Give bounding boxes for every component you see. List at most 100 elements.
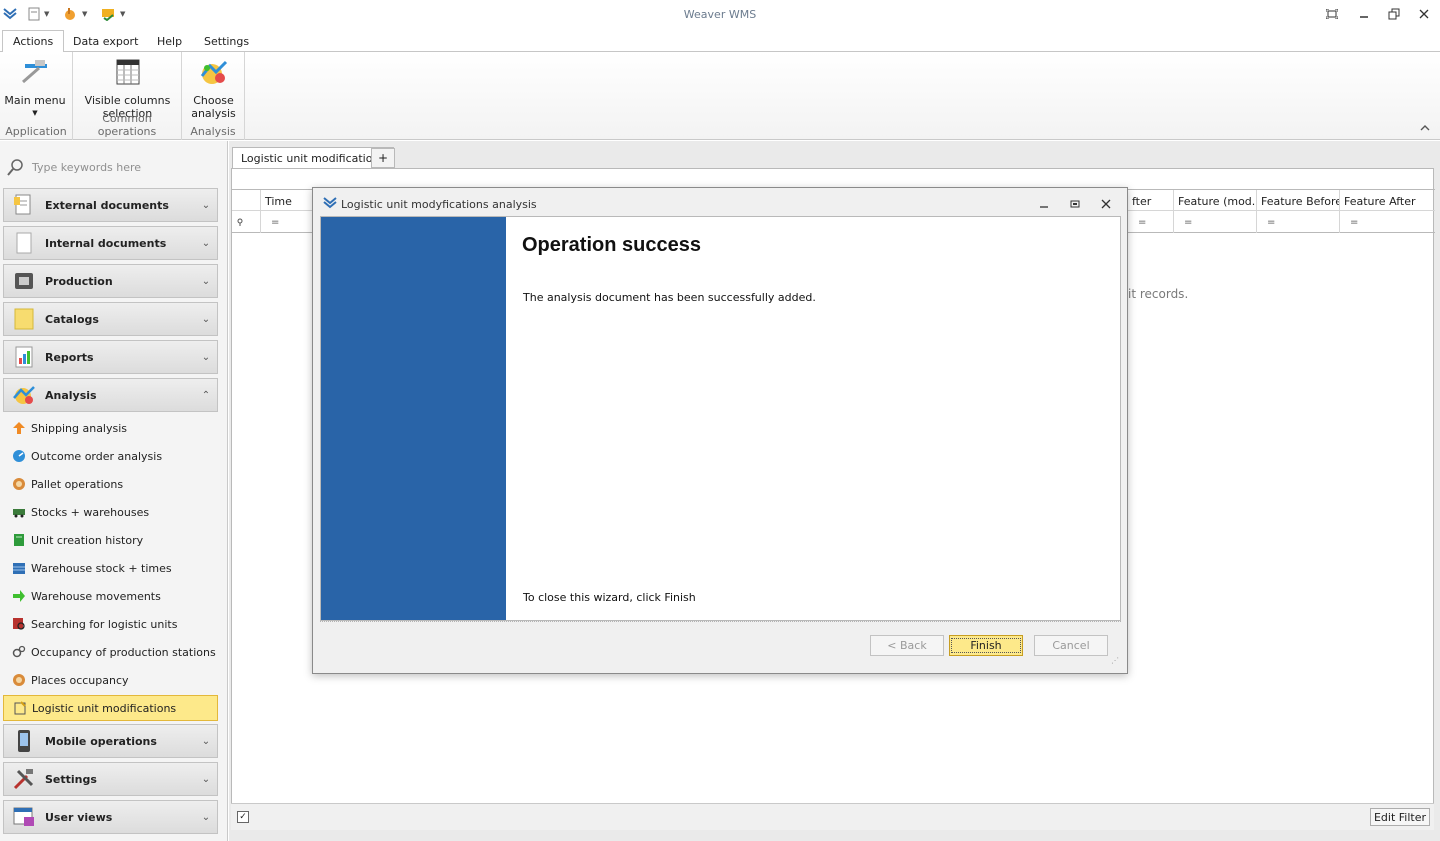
tab-help[interactable]: Help: [147, 30, 192, 52]
sidebar: Type keywords here External documents ⌄ …: [0, 141, 228, 841]
sidebar-item-logistic-unit-modifications[interactable]: Logistic unit modifications: [3, 695, 218, 721]
maximize-icon[interactable]: [1065, 196, 1085, 212]
wizard-dialog: Logistic unit modyfications analysis Ope…: [312, 187, 1128, 674]
ribbon-group-label: Application: [5, 125, 67, 138]
close-icon[interactable]: [1414, 5, 1434, 23]
filter-row-icon: [232, 211, 260, 233]
tab-data-export[interactable]: Data export: [63, 30, 148, 52]
tab-logistic-unit-modifications[interactable]: Logistic unit modifications: [232, 147, 395, 169]
choose-analysis-label-1: Choose: [193, 94, 234, 107]
sidebar-group-reports[interactable]: Reports ⌄: [3, 340, 218, 374]
ribbon-group-common: Visible columns selection Common operati…: [73, 52, 182, 140]
row-indicator-header: [232, 190, 260, 212]
chevron-up-icon[interactable]: [1420, 124, 1430, 135]
sidebar-item-searching-logistic-units[interactable]: Searching for logistic units: [3, 611, 218, 637]
book-icon: [14, 534, 24, 546]
main-menu-label: Main menu: [4, 94, 66, 107]
sidebar-item-label: Searching for logistic units: [31, 617, 178, 631]
sidebar-item-pallet-operations[interactable]: Pallet operations: [3, 471, 218, 497]
filter-cell-time[interactable]: =: [260, 211, 314, 233]
restore-icon[interactable]: [1384, 5, 1404, 23]
column-header-feature-mod[interactable]: Feature (mod...: [1173, 190, 1256, 212]
gears-icon: [12, 645, 26, 658]
fullscreen-icon[interactable]: [1322, 5, 1342, 23]
filter-enabled-checkbox[interactable]: ✓: [237, 811, 249, 823]
tab-settings[interactable]: Settings: [194, 30, 259, 52]
minimize-icon[interactable]: [1034, 196, 1054, 212]
sidebar-item-outcome-order-analysis[interactable]: Outcome order analysis: [3, 443, 218, 469]
sidebar-group-mobile-operations[interactable]: Mobile operations ⌄: [3, 724, 218, 758]
visible-columns-label-1: Visible columns: [84, 94, 171, 107]
sidebar-group-external-documents[interactable]: External documents ⌄: [3, 188, 218, 222]
cancel-button[interactable]: Cancel: [1034, 635, 1108, 656]
places-icon: [13, 674, 25, 686]
resize-grip-icon[interactable]: ⋰: [1111, 656, 1119, 665]
sidebar-item-label: Unit creation history: [31, 533, 144, 547]
settings-tools-icon: [13, 769, 34, 790]
pallet-icon: [13, 478, 25, 490]
modifications-icon: [14, 701, 26, 715]
menu-bar: Actions Data export Help Settings: [0, 30, 1440, 53]
tab-actions[interactable]: Actions: [2, 30, 65, 53]
warehouse-icon: [13, 563, 25, 574]
grid-empty-message: it records.: [1128, 287, 1189, 301]
chevron-down-icon: ⌄: [201, 351, 211, 363]
sidebar-item-unit-creation-history[interactable]: Unit creation history: [3, 527, 218, 553]
add-tab-button[interactable]: +: [371, 148, 395, 168]
wizard-heading: Operation success: [522, 234, 701, 256]
filter-cell-after[interactable]: =: [1127, 211, 1173, 233]
user-views-icon: [13, 807, 34, 826]
columns-icon: [116, 59, 139, 85]
filter-cell-feature-after[interactable]: =: [1339, 211, 1433, 233]
sidebar-item-label: Pallet operations: [31, 477, 124, 491]
edit-filter-button[interactable]: Edit Filter: [1369, 808, 1430, 826]
search-input[interactable]: Type keywords here: [6, 151, 218, 183]
sidebar-group-label: Catalogs: [45, 312, 99, 326]
sidebar-item-label: Occupancy of production stations: [31, 645, 216, 659]
chevron-down-icon: ⌄: [201, 313, 211, 325]
sidebar-item-label: Warehouse stock + times: [31, 561, 172, 575]
search-icon: [7, 159, 23, 176]
sidebar-group-user-views[interactable]: User views ⌄: [3, 800, 218, 834]
sidebar-group-label: User views: [45, 810, 113, 824]
minimize-icon[interactable]: [1354, 5, 1374, 23]
sidebar-group-settings[interactable]: Settings ⌄: [3, 762, 218, 796]
sidebar-item-warehouse-movements[interactable]: Warehouse movements: [3, 583, 218, 609]
sidebar-item-label: Outcome order analysis: [31, 449, 163, 463]
main-menu-icon: [22, 60, 47, 84]
title-bar: ▼ ▼ ▼ Weaver WMS: [0, 0, 1440, 30]
ribbon: Main menu ▼ Application Visible columns …: [0, 52, 1440, 140]
filter-cell-feature-mod[interactable]: =: [1173, 211, 1256, 233]
sidebar-group-label: Production: [45, 274, 113, 288]
main-menu-button[interactable]: Main menu ▼: [4, 56, 66, 120]
sidebar-group-internal-documents[interactable]: Internal documents ⌄: [3, 226, 218, 260]
sidebar-item-label: Places occupancy: [31, 673, 129, 687]
sidebar-group-catalogs[interactable]: Catalogs ⌄: [3, 302, 218, 336]
sidebar-item-places-occupancy[interactable]: Places occupancy: [3, 667, 218, 693]
choose-analysis-button[interactable]: Choose analysis: [186, 56, 241, 120]
finish-button[interactable]: Finish: [949, 635, 1023, 656]
chevron-up-icon: ⌃: [201, 389, 211, 401]
chevron-down-icon: ▼: [32, 109, 38, 117]
column-header-time[interactable]: Time: [260, 190, 314, 212]
sidebar-item-occupancy-production-stations[interactable]: Occupancy of production stations: [3, 639, 218, 665]
production-icon: [15, 273, 33, 289]
back-button[interactable]: < Back: [870, 635, 944, 656]
visible-columns-button[interactable]: Visible columns selection: [79, 56, 176, 120]
chevron-down-icon: ⌄: [201, 735, 211, 747]
column-header-feature-before[interactable]: Feature Before: [1256, 190, 1339, 212]
sidebar-item-stocks-warehouses[interactable]: Stocks + warehouses: [3, 499, 218, 525]
ribbon-group-label: Analysis: [190, 125, 236, 138]
wizard-close-hint: To close this wizard, click Finish: [523, 591, 696, 604]
sidebar-item-warehouse-stock-times[interactable]: Warehouse stock + times: [3, 555, 218, 581]
chevron-down-icon: ⌄: [201, 811, 211, 823]
column-header-feature-after[interactable]: Feature After: [1339, 190, 1433, 212]
sidebar-item-shipping-analysis[interactable]: Shipping analysis: [3, 415, 218, 441]
sidebar-group-production[interactable]: Production ⌄: [3, 264, 218, 298]
wizard-body: Operation success The analysis document …: [320, 216, 1121, 621]
arrow-right-icon: [13, 590, 25, 602]
sidebar-group-analysis[interactable]: Analysis ⌃: [3, 378, 218, 412]
close-icon[interactable]: [1096, 196, 1116, 212]
filter-cell-feature-before[interactable]: =: [1256, 211, 1339, 233]
column-header-after[interactable]: fter: [1127, 190, 1173, 212]
